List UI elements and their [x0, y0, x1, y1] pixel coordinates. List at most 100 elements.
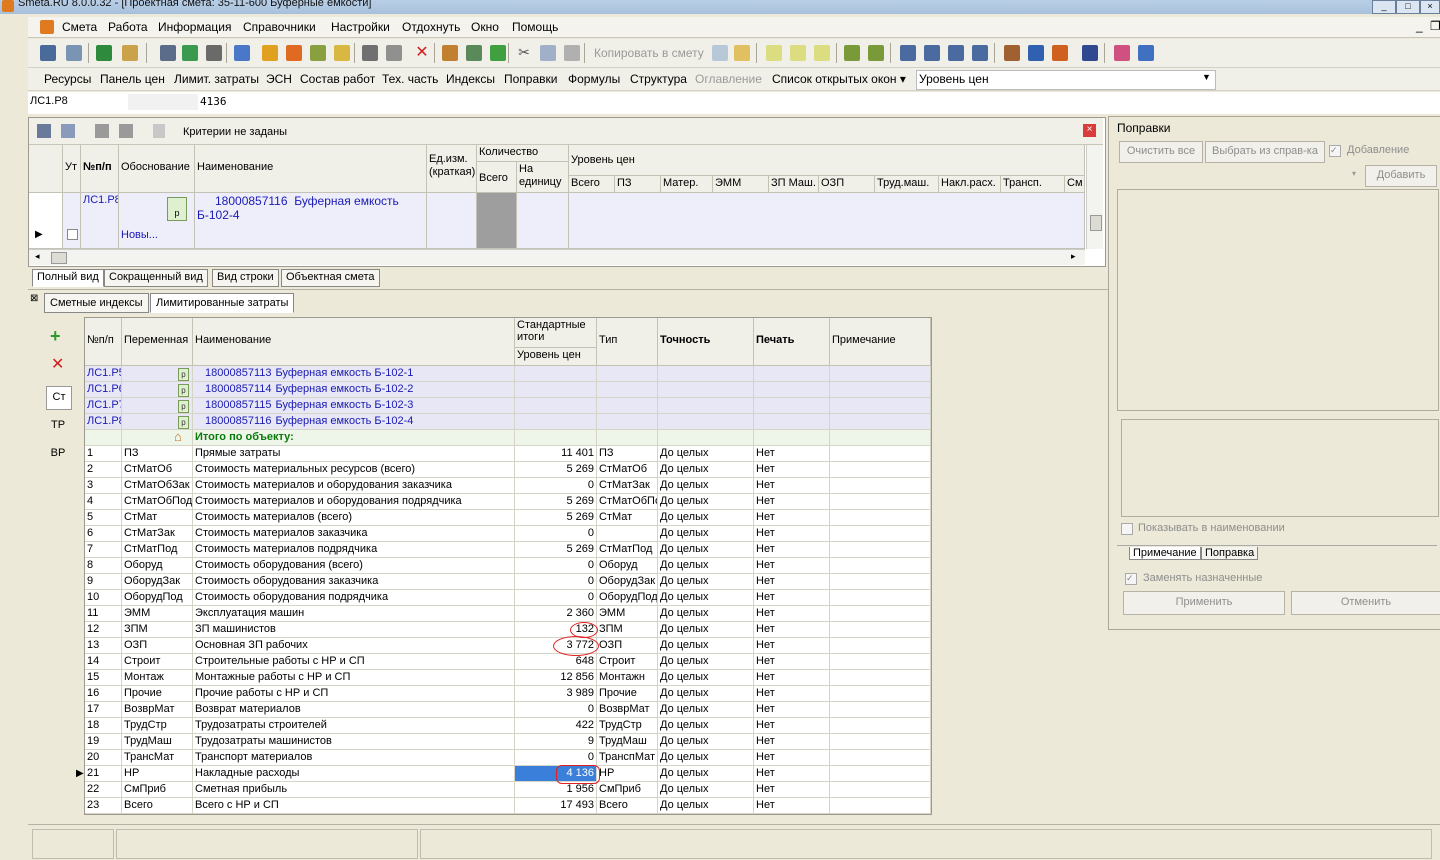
- table-row[interactable]: 16 Прочие Прочие работы с НР и СП 3 989 Проч…: [85, 686, 931, 702]
- add-button[interactable]: Добавить: [1365, 165, 1437, 187]
- p-icon[interactable]: [790, 45, 806, 61]
- table-row[interactable]: 20 ТрансМат Транспорт материалов 0 ТранспМат…: [85, 750, 931, 766]
- move-down-icon[interactable]: [119, 124, 133, 138]
- copy-to-estimate-button[interactable]: Копировать в смету: [594, 46, 704, 60]
- tab-open-windows[interactable]: Список открытых окон ▾: [772, 72, 906, 86]
- menu-nastroyki[interactable]: Настройки: [331, 20, 390, 34]
- mdi-restore-icon[interactable]: ❐: [1430, 19, 1440, 33]
- object-row[interactable]: ЛС1.Р6 р 18000857114 Буферная емкость Б-102…: [85, 382, 931, 398]
- table-row[interactable]: 15 Монтаж Монтажные работы с НР и СП 12 856…: [85, 670, 931, 686]
- delete-icon[interactable]: ✕: [414, 45, 430, 61]
- total-row[interactable]: ⌂ Итого по объекту:: [85, 430, 931, 446]
- table-row[interactable]: 6 СтМатЗак Стоимость материалов заказчика 0…: [85, 526, 931, 542]
- wand-icon[interactable]: [262, 45, 278, 61]
- scroll-left-icon[interactable]: ◂: [35, 251, 40, 262]
- view-tab-object[interactable]: Объектная смета: [281, 269, 380, 287]
- tab-note[interactable]: Примечание: [1129, 547, 1201, 560]
- grid-view-icon[interactable]: [37, 124, 51, 138]
- cell-value-input[interactable]: 4136: [200, 95, 227, 108]
- excel-icon[interactable]: [96, 45, 112, 61]
- table-row[interactable]: 5 СтМат Стоимость материалов (всего) 5 269 С…: [85, 510, 931, 526]
- shoe-icon[interactable]: [1052, 45, 1068, 61]
- add-dropdown-icon[interactable]: ▾: [1352, 169, 1356, 178]
- pc-icon[interactable]: [766, 45, 782, 61]
- resource-icon[interactable]: [310, 45, 326, 61]
- hammer-icon[interactable]: [1004, 45, 1020, 61]
- undo-icon[interactable]: [206, 45, 222, 61]
- table-row[interactable]: 10 ОборудПод Стоимость оборудования подряд…: [85, 590, 931, 606]
- book-icon[interactable]: [1114, 45, 1130, 61]
- menu-smeta[interactable]: Смета: [62, 20, 97, 34]
- cancel-button[interactable]: Отменить: [1291, 591, 1440, 615]
- table-row[interactable]: 21 НР Накладные расходы 4 136 НР До целых Нет: [85, 766, 931, 782]
- tab-esn[interactable]: ЭСН: [266, 72, 292, 86]
- vehicle-icon[interactable]: [1082, 45, 1098, 61]
- table-row[interactable]: 19 ТрудМаш Трудозатраты машинистов 9 ТрудМаш…: [85, 734, 931, 750]
- people-icon[interactable]: [286, 45, 302, 61]
- menu-otdokhnut[interactable]: Отдохнуть: [402, 20, 460, 34]
- add-checkbox[interactable]: ✓: [1329, 145, 1341, 157]
- filter-icon[interactable]: [153, 124, 165, 138]
- copy-estimate-icon[interactable]: [712, 45, 728, 61]
- table-row[interactable]: 18 ТрудСтр Трудозатраты строителей 422 ТрудС…: [85, 718, 931, 734]
- help-icon[interactable]: [234, 45, 250, 61]
- move-up-icon[interactable]: [95, 124, 109, 138]
- table-row[interactable]: 9 ОборудЗак Стоимость оборудования заказчи…: [85, 574, 931, 590]
- tab-correction[interactable]: Поправка: [1201, 547, 1259, 560]
- sort2-icon[interactable]: [868, 45, 884, 61]
- close-lower-panel-icon[interactable]: ⊠: [30, 293, 38, 304]
- menu-pomoshch[interactable]: Помощь: [512, 20, 558, 34]
- object-row[interactable]: ЛС1.Р5 р 18000857113 Буферная емкость Б-102…: [85, 366, 931, 382]
- doc-add-icon[interactable]: [466, 45, 482, 61]
- view-tab-full[interactable]: Полный вид: [32, 269, 104, 287]
- cut-icon[interactable]: ✂: [516, 45, 532, 61]
- refresh-icon[interactable]: [182, 45, 198, 61]
- tree-icon[interactable]: [40, 45, 56, 61]
- copy-icon[interactable]: [540, 45, 556, 61]
- table-row[interactable]: 23 Всего Всего с НР и СП 17 493 Всего До целы…: [85, 798, 931, 814]
- table-row[interactable]: 3 СтМатОбЗак Стоимость материалов и оборуд…: [85, 478, 931, 494]
- table-row[interactable]: 22 СмПриб Сметная прибыль 1 956 СмПриб До цел…: [85, 782, 931, 798]
- popravki-note-box[interactable]: [1121, 419, 1439, 517]
- table-row[interactable]: 13 ОЗП Основная ЗП рабочих 3 772 ОЗП До целых…: [85, 638, 931, 654]
- upload-icon[interactable]: [490, 45, 506, 61]
- show-in-name-checkbox[interactable]: [1121, 523, 1133, 535]
- side-tab-vr[interactable]: ВР: [46, 444, 70, 462]
- tab-struktura[interactable]: Структура: [630, 72, 687, 86]
- close-panel-icon[interactable]: ×: [1083, 124, 1096, 137]
- sort-icon[interactable]: [844, 45, 860, 61]
- np-icon[interactable]: [814, 45, 830, 61]
- horizontal-scrollbar[interactable]: ◂ ▸: [29, 249, 1085, 265]
- maximize-button[interactable]: □: [1396, 0, 1420, 14]
- table-row[interactable]: 4 СтМатОбПод Стоимость материалов и оборуд…: [85, 494, 931, 510]
- lower-tab-limited-costs[interactable]: Лимитированные затраты: [150, 293, 295, 313]
- menu-informatsiya[interactable]: Информация: [158, 20, 231, 34]
- table-row[interactable]: 12 ЗПМ ЗП машинистов 132 ЗПМ До целых Нет: [85, 622, 931, 638]
- tab-popravki[interactable]: Поправки: [504, 72, 557, 86]
- table-row[interactable]: 2 СтМатОб Стоимость материальных ресурсов …: [85, 462, 931, 478]
- tab-tekh-chast[interactable]: Тех. часть: [382, 72, 438, 86]
- truck-icon[interactable]: [362, 45, 378, 61]
- table-row[interactable]: 14 Строит Строительные работы с НР и СП 648…: [85, 654, 931, 670]
- side-tab-tr[interactable]: ТР: [46, 416, 70, 434]
- price-level-select[interactable]: Уровень цен ▼: [916, 70, 1216, 90]
- align-icon[interactable]: [948, 45, 964, 61]
- menu-spravochniki[interactable]: Справочники: [243, 20, 316, 34]
- tab-resursy[interactable]: Ресурсы: [44, 72, 91, 86]
- add-row-icon[interactable]: +: [50, 326, 61, 347]
- choose-from-ref-button[interactable]: Выбрать из справ-ка: [1205, 141, 1325, 163]
- table-row[interactable]: 8 Оборуд Стоимость оборудования (всего) 0 Об…: [85, 558, 931, 574]
- view-tab-row[interactable]: Вид строки: [212, 269, 279, 287]
- save-icon[interactable]: [160, 45, 176, 61]
- align2-icon[interactable]: [972, 45, 988, 61]
- qty-total-cell[interactable]: [477, 193, 517, 249]
- machine-icon[interactable]: [386, 45, 402, 61]
- outdent-icon[interactable]: [924, 45, 940, 61]
- tab-formuly[interactable]: Формулы: [568, 72, 620, 86]
- tab-indeksy[interactable]: Индексы: [446, 72, 495, 86]
- menu-rabota[interactable]: Работа: [108, 20, 148, 34]
- row-checkbox[interactable]: [67, 229, 78, 240]
- table-row[interactable]: 17 ВозврМат Возврат материалов 0 ВозврМат До …: [85, 702, 931, 718]
- replace-assigned-checkbox[interactable]: ✓: [1125, 573, 1137, 585]
- popravki-list[interactable]: [1117, 189, 1439, 411]
